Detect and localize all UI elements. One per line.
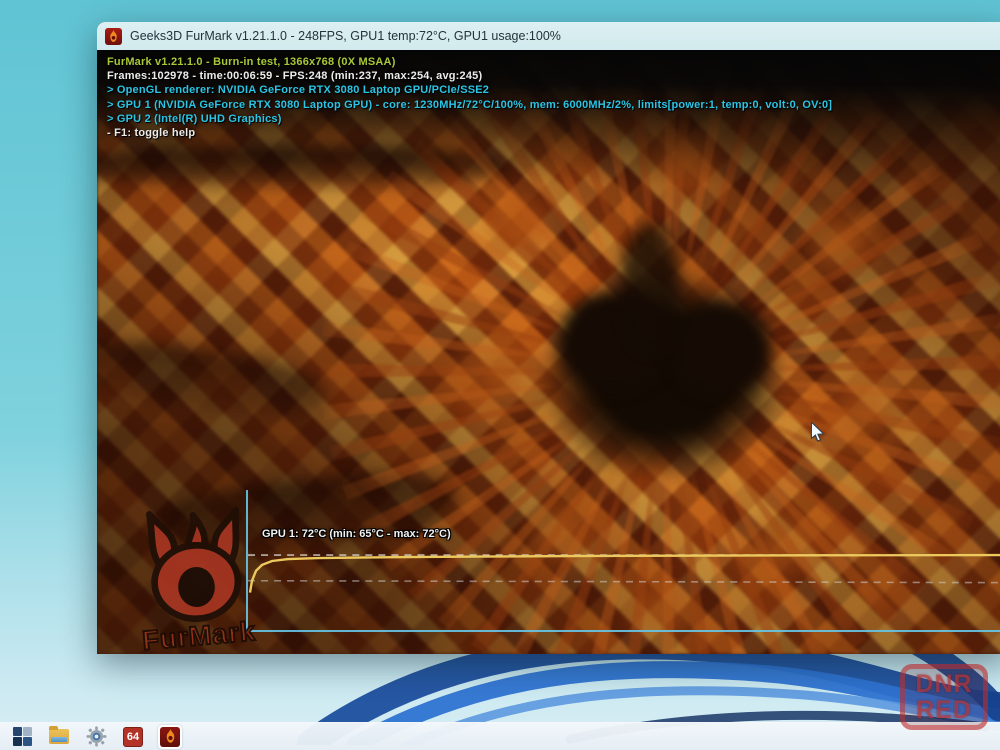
furmark-app-icon [105, 28, 122, 45]
gpu-temp-label: GPU 1: 72°C (min: 65°C - max: 72°C) [262, 528, 451, 540]
start-button[interactable] [10, 725, 34, 749]
watermark-line1: DNR [915, 671, 972, 697]
fur-blotch [460, 172, 580, 282]
gear-icon [86, 726, 107, 747]
desktop-screen: Geeks3D FurMark v1.21.1.0 - 248FPS, GPU1… [0, 0, 1000, 750]
taskbar-settings[interactable] [84, 725, 108, 749]
taskbar-furmark[interactable] [158, 725, 182, 749]
furmark-render-viewport: FurMark v1.21.1.0 - Burn-in test, 1366x7… [97, 50, 1000, 654]
osd-line-gpu1: > GPU 1 (NVIDIA GeForce RTX 3080 Laptop … [107, 98, 832, 112]
folder-icon [49, 729, 69, 744]
taskbar-app-64[interactable]: 64 [121, 725, 145, 749]
app-64-icon: 64 [123, 727, 143, 747]
fur-blotch [770, 182, 910, 302]
furmark-flame-icon [160, 727, 180, 747]
taskbar: 64 [0, 722, 1000, 750]
temp-curve [250, 555, 1000, 592]
furmark-window: Geeks3D FurMark v1.21.1.0 - 248FPS, GPU1… [97, 22, 1000, 654]
min-temp-dashed-line [248, 581, 1000, 583]
eye-pupil-lobe [670, 302, 770, 397]
window-title: Geeks3D FurMark v1.21.1.0 - 248FPS, GPU1… [130, 29, 561, 43]
osd-line-help: - F1: toggle help [107, 126, 832, 140]
fur-blotch [790, 342, 940, 482]
eye-pupil-lobe [620, 222, 680, 352]
window-titlebar[interactable]: Geeks3D FurMark v1.21.1.0 - 248FPS, GPU1… [97, 22, 1000, 50]
taskbar-file-explorer[interactable] [47, 725, 71, 749]
osd-line-renderer: > OpenGL renderer: NVIDIA GeForce RTX 30… [107, 83, 832, 97]
osd-line-gpu2: > GPU 2 (Intel(R) UHD Graphics) [107, 112, 832, 126]
windows-logo-icon [13, 727, 32, 746]
dnr-red-watermark: DNR RED [900, 664, 988, 730]
mouse-cursor [810, 422, 827, 442]
furmark-logo: FurMark [107, 498, 285, 654]
osd-text-block: FurMark v1.21.1.0 - Burn-in test, 1366x7… [107, 55, 832, 140]
osd-line-frames: Frames:102978 - time:00:06:59 - FPS:248 … [107, 69, 832, 83]
gpu-temp-graph: GPU 1: 72°C (min: 65°C - max: 72°C) [246, 490, 1000, 632]
osd-line-version: FurMark v1.21.1.0 - Burn-in test, 1366x7… [107, 55, 832, 69]
watermark-line2: RED [916, 697, 972, 723]
